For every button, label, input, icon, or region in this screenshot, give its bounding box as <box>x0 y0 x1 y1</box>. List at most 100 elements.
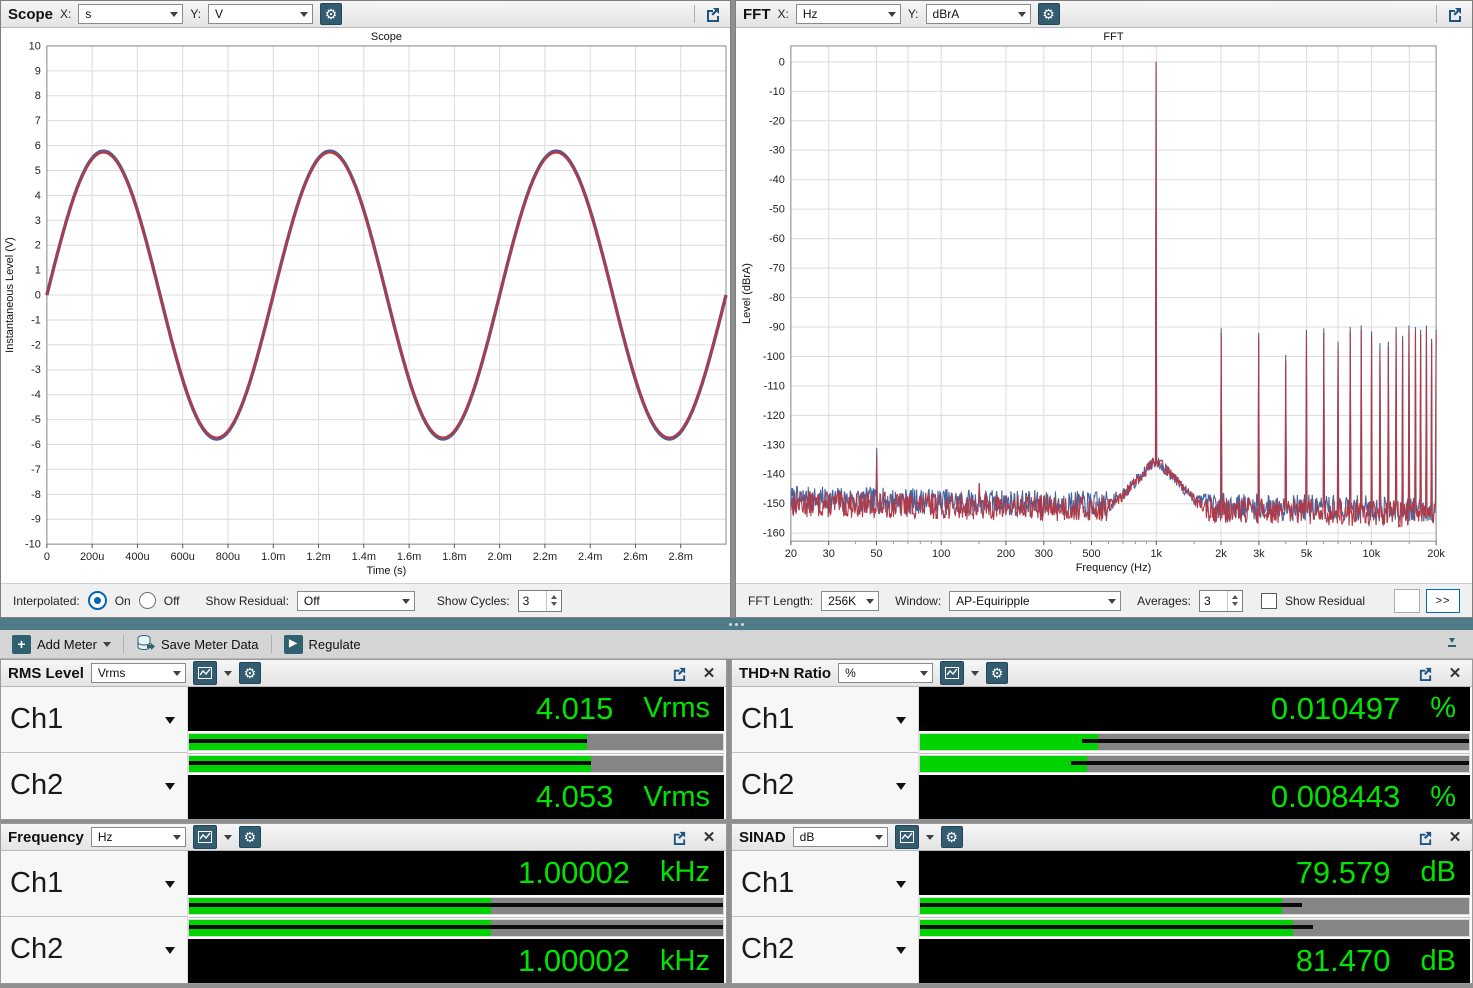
horizontal-splitter[interactable] <box>0 618 1473 630</box>
svg-text:-5: -5 <box>31 414 41 426</box>
show-cycles-input[interactable]: 3 <box>517 589 562 612</box>
meter-title: SINAD <box>739 828 786 846</box>
scope-plot-area[interactable]: 10 9 8 7 6 5 4 3 2 1 0 -1 -2 -3 -4 -5 -6 -7 -8 -9 -10 0 200u 40… <box>1 28 730 583</box>
save-meter-data-button[interactable]: Save Meter Data <box>132 632 263 657</box>
meter-unit-value: Vrms <box>97 666 126 680</box>
svg-text:-10: -10 <box>25 539 41 551</box>
meter-unit-select[interactable]: Hz <box>90 827 186 847</box>
regulate-button[interactable]: ▶ Regulate <box>280 633 365 656</box>
level-bar-ch1 <box>188 896 724 915</box>
meter-body: Ch1 Ch2 1.00002 kHz 1.00002 kHz <box>1 851 726 983</box>
scope-x-unit-value: s <box>85 7 92 21</box>
svg-text:-20: -20 <box>769 115 785 127</box>
fft-plot-area[interactable]: 0 -10 -20 -30 -40 -50 -60 -70 -80 -90 -100 -110 -120… <box>736 28 1472 583</box>
scope-y-unit-select[interactable]: V <box>208 4 314 24</box>
save-meter-data-label: Save Meter Data <box>160 636 259 652</box>
channel-selector-ch2[interactable]: Ch2 <box>1 917 187 982</box>
svg-text:-6: -6 <box>31 439 41 451</box>
interpolated-on-radio[interactable] <box>87 591 107 610</box>
chevron-down-icon[interactable] <box>925 835 934 844</box>
open-new-window-icon[interactable] <box>1415 827 1435 847</box>
channel-label: Ch2 <box>741 769 795 801</box>
channel-selector-ch1[interactable]: Ch1 <box>732 687 918 752</box>
more-options-button[interactable]: >> <box>1426 588 1460 613</box>
interpolated-off-label: Off <box>163 593 180 608</box>
channel-selector-ch2[interactable]: Ch2 <box>732 753 918 818</box>
meter-style-button[interactable] <box>192 661 217 685</box>
collapse-panel-icon[interactable] <box>1445 636 1459 652</box>
close-icon[interactable]: ✕ <box>1445 663 1465 683</box>
meter-style-button[interactable] <box>192 825 217 849</box>
channel-labels: Ch1 Ch2 <box>732 687 919 819</box>
meter-unit-select[interactable]: Vrms <box>90 663 186 683</box>
open-new-window-icon[interactable] <box>703 4 723 24</box>
save-data-icon <box>136 634 155 655</box>
channel-selector-ch1[interactable]: Ch1 <box>732 851 918 916</box>
svg-text:1.8m: 1.8m <box>442 551 466 563</box>
open-new-window-icon[interactable] <box>669 663 689 683</box>
open-new-window-icon[interactable] <box>1415 663 1435 683</box>
meter-settings-button[interactable]: ⚙ <box>940 826 963 848</box>
chevron-down-icon[interactable] <box>971 671 980 680</box>
interpolated-off-radio[interactable] <box>138 592 156 609</box>
meter-unit: % <box>1430 780 1456 813</box>
fft-settings-button[interactable]: ⚙ <box>1037 3 1060 25</box>
gear-icon: ⚙ <box>990 665 1004 681</box>
channel-selector-ch1[interactable]: Ch1 <box>1 687 187 752</box>
interpolated-label: Interpolated: <box>13 593 80 608</box>
scope-settings-button[interactable]: ⚙ <box>320 3 343 25</box>
close-icon[interactable]: ✕ <box>699 663 719 683</box>
gear-icon: ⚙ <box>945 829 958 845</box>
svg-text:10: 10 <box>29 40 41 52</box>
averages-input[interactable]: 3 <box>1198 589 1243 612</box>
meter-style-button[interactable] <box>894 825 919 849</box>
open-new-window-icon[interactable] <box>669 827 689 847</box>
fft-panel-title: FFT <box>743 5 771 23</box>
meter-unit-select[interactable]: % <box>838 663 934 683</box>
fft-x-unit-select[interactable]: Hz <box>795 4 901 24</box>
add-meter-button[interactable]: + Add Meter <box>8 633 115 656</box>
add-meter-label: Add Meter <box>37 636 97 652</box>
meter-thdn-ratio: THD+N Ratio % ⚙ ✕ Ch1 Ch2 0.010497% 0.00… <box>731 659 1473 820</box>
meter-settings-button[interactable]: ⚙ <box>986 662 1009 684</box>
svg-text:-120: -120 <box>763 410 785 422</box>
svg-text:20: 20 <box>785 548 797 560</box>
spinner-buttons[interactable] <box>545 590 561 611</box>
spinner-buttons[interactable] <box>1226 590 1242 611</box>
channel-selector-ch2[interactable]: Ch2 <box>1 753 187 818</box>
meter-display-ch2: 1.00002 kHz <box>188 939 724 983</box>
fft-length-value: 256K <box>828 593 857 608</box>
close-icon[interactable]: ✕ <box>1445 827 1465 847</box>
channel-selector-ch1[interactable]: Ch1 <box>1 851 187 916</box>
fft-y-unit-select[interactable]: dBrA <box>925 4 1031 24</box>
open-new-window-icon[interactable] <box>1445 4 1465 24</box>
averages-label: Averages: <box>1137 593 1191 608</box>
svg-text:2.2m: 2.2m <box>533 551 557 563</box>
meter-unit-select[interactable]: dB <box>792 827 888 847</box>
meter-settings-button[interactable]: ⚙ <box>238 826 261 848</box>
meter-value: 81.470 <box>1295 943 1391 979</box>
blank-button[interactable] <box>1394 588 1420 613</box>
svg-text:-10: -10 <box>769 86 785 98</box>
svg-text:3k: 3k <box>1253 548 1265 560</box>
averages-value: 3 <box>1203 593 1211 608</box>
close-icon[interactable]: ✕ <box>699 827 719 847</box>
svg-text:10k: 10k <box>1363 548 1381 560</box>
svg-text:4: 4 <box>35 190 41 202</box>
svg-text:5: 5 <box>35 165 41 177</box>
show-residual-label: Show Residual: <box>205 593 289 608</box>
scope-x-unit-select[interactable]: s <box>78 4 184 24</box>
meter-value: 1.00002 <box>517 943 631 979</box>
show-residual-checkbox[interactable] <box>1260 592 1277 609</box>
svg-text:2k: 2k <box>1215 548 1227 560</box>
channel-selector-ch2[interactable]: Ch2 <box>732 917 918 982</box>
show-residual-select[interactable]: Off <box>296 590 415 611</box>
meter-style-button[interactable] <box>940 661 965 685</box>
fft-length-select[interactable]: 256K <box>821 590 880 611</box>
chevron-down-icon[interactable] <box>223 835 232 844</box>
meter-settings-button[interactable]: ⚙ <box>238 662 261 684</box>
channel-label: Ch1 <box>10 867 64 899</box>
chevron-down-icon <box>300 12 309 21</box>
chevron-down-icon[interactable] <box>223 671 232 680</box>
window-select[interactable]: AP-Equiripple <box>949 590 1122 611</box>
